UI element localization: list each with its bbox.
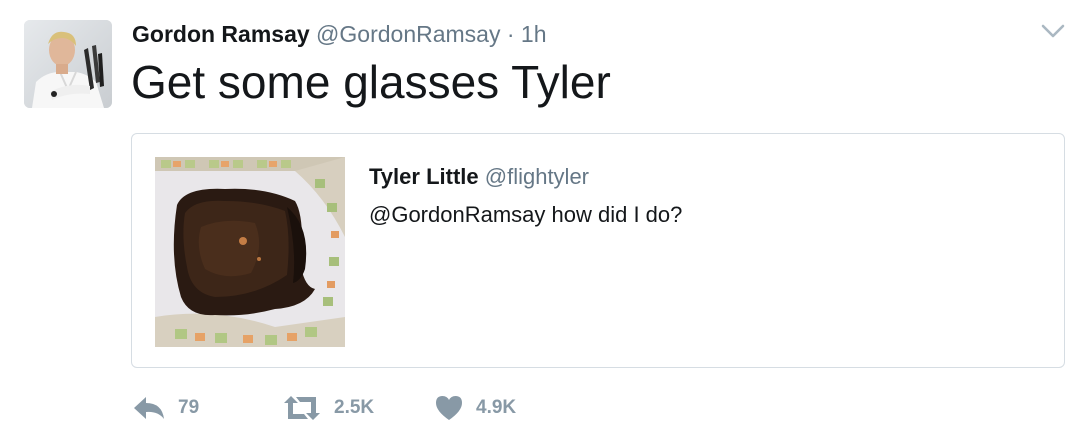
reply-button[interactable]: 79 — [132, 390, 199, 426]
burnt-toast-photo-icon — [155, 157, 345, 347]
tweet-timestamp[interactable]: 1h — [521, 21, 547, 47]
tweet-text: Get some glasses Tyler — [131, 56, 611, 108]
tweet-header: Gordon Ramsay @GordonRamsay · 1h — [132, 18, 547, 50]
quoted-tweet-header: Tyler Little @flightyler — [369, 162, 589, 192]
heart-icon — [436, 396, 462, 420]
author-name[interactable]: Gordon Ramsay — [132, 21, 310, 47]
quoted-tweet[interactable]: Tyler Little @flightyler @GordonRamsay h… — [131, 133, 1065, 368]
chef-portrait-avatar-icon — [24, 20, 112, 108]
quoted-tweet-text: @GordonRamsay how did I do? — [369, 202, 683, 227]
quoted-author-name[interactable]: Tyler Little — [369, 164, 479, 189]
retweet-icon — [284, 396, 320, 420]
reply-count: 79 — [178, 397, 200, 418]
retweet-button[interactable]: 2.5K — [282, 390, 374, 426]
quoted-author-handle[interactable]: @flightyler — [485, 164, 589, 189]
quoted-tweet-media[interactable] — [155, 157, 345, 347]
retweet-count: 2.5K — [334, 397, 375, 418]
chevron-down-icon — [1041, 24, 1065, 38]
reply-icon — [134, 397, 164, 419]
like-button[interactable]: 4.9K — [434, 390, 516, 426]
avatar[interactable] — [24, 20, 112, 108]
tweet: Gordon Ramsay @GordonRamsay · 1h Get som… — [0, 0, 1080, 442]
author-handle[interactable]: @GordonRamsay — [316, 21, 500, 47]
header-separator: · — [506, 21, 515, 47]
tweet-menu-button[interactable] — [1040, 20, 1066, 42]
like-count: 4.9K — [476, 397, 517, 418]
